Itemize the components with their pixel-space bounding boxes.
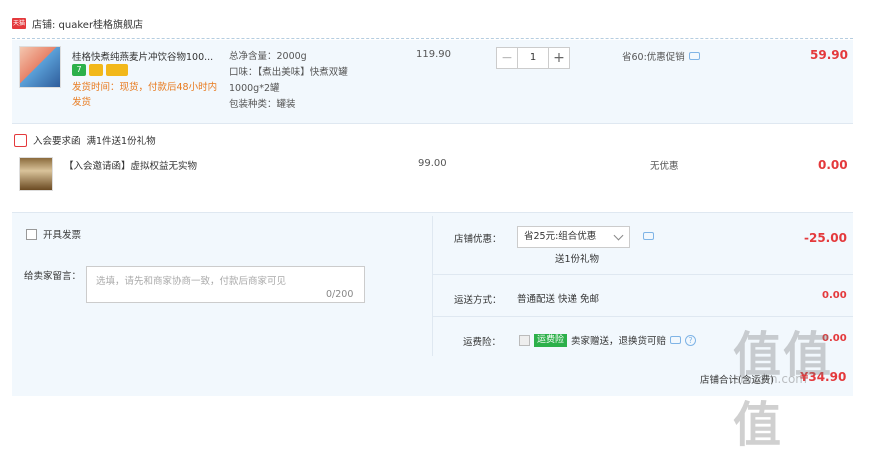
unit-price: 119.90	[416, 49, 451, 60]
guarantee-icon[interactable]	[89, 64, 103, 76]
spec-pack: 包装种类：罐装	[229, 99, 296, 110]
shop-discount-value: 省25元:组合优惠	[524, 231, 597, 242]
service-tags: 7	[72, 64, 128, 76]
gift-icon	[14, 133, 27, 147]
shop-discount-select[interactable]: 省25元:组合优惠	[517, 226, 630, 248]
quantity-stepper: − 1 +	[496, 47, 570, 69]
insurance-label: 运费险：	[463, 337, 502, 348]
qty-input[interactable]: 1	[518, 47, 548, 69]
seven-day-return-icon[interactable]: 7	[72, 64, 86, 76]
gift-note: 送1份礼物	[555, 254, 600, 265]
divider	[432, 216, 433, 356]
gift-thumbnail[interactable]	[19, 157, 53, 191]
shipping-amount: 0.00	[822, 290, 847, 301]
insurance-option: 运费险 卖家赠送，退换货可赔 ?	[519, 333, 697, 347]
gift-promo: 无优惠	[650, 161, 679, 172]
shop-discount-amount: -25.00	[804, 231, 847, 245]
chat-icon[interactable]	[643, 232, 654, 240]
message-placeholder: 选填，请先和商家协商一致，付款后商家可见	[96, 276, 287, 287]
qty-minus-button[interactable]: −	[496, 47, 518, 69]
gift-row: 入会要求函 满1件送1份礼物	[14, 133, 156, 147]
insurance-desc: 卖家赠送，退换货可赔	[571, 336, 667, 347]
shop-discount-label: 店铺优惠：	[454, 234, 502, 245]
help-icon[interactable]: ?	[685, 334, 697, 346]
shipping-label: 运送方式：	[454, 295, 502, 306]
product-thumbnail[interactable]	[19, 46, 61, 88]
chevron-down-icon	[613, 230, 624, 241]
invoice-option[interactable]: 开具发票	[26, 227, 81, 241]
credit-card-icon[interactable]	[106, 64, 128, 76]
divider	[12, 38, 853, 39]
promo-info: 省60:优惠促销	[622, 49, 700, 63]
watermark-url: smzdm.com	[734, 372, 807, 386]
chat-icon[interactable]	[670, 336, 682, 344]
invoice-checkbox[interactable]	[26, 228, 37, 240]
gift-total: 0.00	[818, 158, 848, 172]
gift-title-link[interactable]: 【入会邀请函】虚拟权益无实物	[64, 158, 197, 172]
qty-plus-button[interactable]: +	[548, 47, 570, 69]
product-specs: 总净含量：2000g 口味：【煮出美味】快煮双罐1000g*2罐 包装种类：罐装	[229, 49, 384, 113]
spec-weight: 总净含量：2000g	[229, 51, 307, 62]
item-total: 59.90	[810, 48, 848, 62]
gift-label: 入会要求函	[33, 136, 81, 147]
product-title-link[interactable]: 桂格快煮纯燕麦片冲饮谷物100...	[72, 49, 230, 63]
insurance-checkbox	[519, 334, 530, 346]
insurance-badge: 运费险	[534, 333, 568, 347]
gift-desc: 满1件送1份礼物	[86, 136, 156, 147]
gift-unit-price: 99.00	[418, 158, 447, 169]
tmall-badge-icon: 天猫	[12, 18, 26, 29]
promo-text: 省60:优惠促销	[622, 52, 685, 63]
spec-flavor: 口味：【煮出美味】快煮双罐1000g*2罐	[229, 67, 348, 94]
shipping-value: 普通配送 快递 免邮	[517, 294, 600, 305]
invoice-label: 开具发票	[43, 230, 82, 241]
message-label: 给卖家留言：	[24, 271, 82, 282]
divider	[433, 274, 853, 275]
chat-icon[interactable]	[688, 52, 700, 60]
message-char-count: 0/200	[326, 289, 354, 300]
shipping-time-note: 发货时间：现货，付款后48小时内发货	[72, 82, 218, 108]
shop-name-link[interactable]: 店铺: quaker桂格旗舰店	[32, 16, 143, 31]
shop-header: 天猫 店铺: quaker桂格旗舰店	[12, 16, 143, 31]
